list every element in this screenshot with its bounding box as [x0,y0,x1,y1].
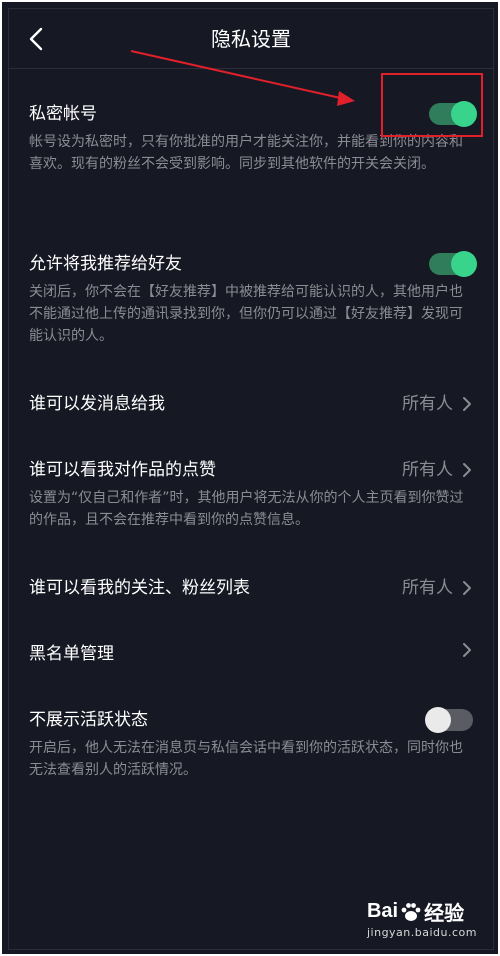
setting-description: 帐号设为私密时，只有你批准的用户才能关注你，并能看到你的内容和喜欢。现有的粉丝不… [29,134,463,172]
toggle-knob [425,707,451,733]
setting-description: 设置为“仅自己和作者”时，其他用户将无法从你的个人主页看到你赞过的作品，且不会在… [29,490,464,528]
screenshot-frame: 隐私设置 私密帐号 帐号设为私密时，只有你批准的用户才能关注你，并能看到你的内容… [0,0,500,956]
chevron-right-icon [463,397,471,411]
privacy-settings-screen: 隐私设置 私密帐号 帐号设为私密时，只有你批准的用户才能关注你，并能看到你的内容… [8,8,494,950]
watermark-logo: Bai 经验 [367,897,477,926]
setting-who-can-see-follow-list[interactable]: 谁可以看我的关注、粉丝列表 所有人 [29,575,473,601]
paw-icon [401,902,421,921]
setting-title: 允许将我推荐给好友 [29,254,182,274]
setting-value: 所有人 [402,394,453,414]
page-title: 隐私设置 [211,27,291,51]
recommend-to-friends-toggle[interactable] [429,251,477,277]
baidu-jingyan-watermark: Bai 经验 jingyan.baidu.com [367,897,477,939]
watermark-logo-right: 经验 [424,903,465,925]
annotation-highlight-box [381,73,483,137]
setting-description: 关闭后，你不会在【好友推荐】中被推荐给可能认识的人，其他用户也不能通过他上传的通… [29,284,463,344]
setting-value: 所有人 [402,460,453,480]
chevron-right-icon [463,643,471,657]
setting-value-group [461,641,473,659]
setting-hide-active-status: 不展示活跃状态 开启后，他人无法在消息页与私信会话中看到你的活跃状态，同时你也无… [29,707,473,781]
hide-active-status-toggle[interactable] [425,707,473,733]
setting-recommend-to-friends: 允许将我推荐给好友 关闭后，你不会在【好友推荐】中被推荐给可能认识的人，其他用户… [29,251,477,347]
setting-who-can-message[interactable]: 谁可以发消息给我 所有人 [29,391,473,417]
setting-value: 所有人 [402,578,453,598]
setting-who-can-see-likes[interactable]: 谁可以看我对作品的点赞 所有人 设置为“仅自己和作者”时，其他用户将无法从你的个… [29,457,473,531]
setting-value-group: 所有人 [402,575,473,601]
chevron-right-icon [463,581,471,595]
watermark-url: jingyan.baidu.com [366,926,477,939]
chevron-right-icon [463,463,471,477]
setting-blacklist[interactable]: 黑名单管理 [29,641,473,667]
setting-title: 黑名单管理 [29,644,114,664]
setting-title: 不展示活跃状态 [29,710,148,730]
nav-header: 隐私设置 [9,9,493,69]
watermark-logo-left: Bai [366,900,399,922]
setting-value-group: 所有人 [402,391,473,417]
setting-value-group: 所有人 [402,457,473,483]
toggle-knob [451,251,477,277]
setting-description: 开启后，他人无法在消息页与私信会话中看到你的活跃状态，同时你也无法查看别人的活跃… [29,740,463,778]
